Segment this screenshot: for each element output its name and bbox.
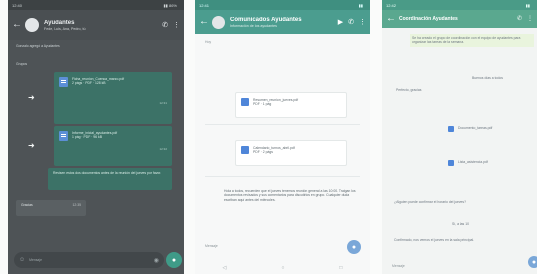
send-icon[interactable]: ● bbox=[528, 256, 537, 268]
mic-icon[interactable]: ● bbox=[166, 252, 182, 268]
file-message[interactable]: Resumen_reunion_jueves.pdf PDF · 1 pág bbox=[235, 92, 347, 118]
document-icon bbox=[448, 160, 454, 166]
back-arrow-icon[interactable]: ← bbox=[12, 20, 22, 30]
avatar[interactable] bbox=[212, 15, 225, 29]
divider bbox=[205, 176, 360, 177]
phone-icon[interactable]: ✆ bbox=[348, 19, 354, 26]
message-time: 12:31 bbox=[159, 101, 167, 105]
file-message[interactable]: Calendario_turnos_abril.pdf PDF · 2 págs bbox=[235, 140, 347, 166]
avatar[interactable] bbox=[25, 18, 39, 32]
message[interactable]: Se ha creado el grupo de coordinación co… bbox=[410, 34, 534, 47]
text-message[interactable]: Revisen estos dos documentos antes de la… bbox=[48, 168, 172, 190]
forward-arrow-icon[interactable]: ➜ bbox=[28, 94, 35, 102]
file-message[interactable]: Lista_asistencia.pdf bbox=[448, 160, 488, 166]
system-note: Gonzalo agregó a Ayudantes bbox=[16, 44, 60, 48]
chat-header: ← Ayudantes Fede, Luis, Ana, Pedro, tú ✆… bbox=[8, 10, 184, 40]
back-arrow-icon[interactable]: ← bbox=[386, 14, 396, 24]
status-time: 12:42 bbox=[386, 2, 397, 8]
navigation-bar: ◁ ○ □ bbox=[195, 262, 370, 274]
forward-arrow-icon[interactable]: ➜ bbox=[28, 142, 35, 150]
back-nav-icon[interactable]: ◁ bbox=[223, 265, 227, 271]
chat-title-block[interactable]: Coordinación Ayudantes bbox=[399, 16, 512, 22]
status-bar: 12:41 ▮▮ bbox=[195, 0, 370, 10]
phone-screen-comunicados: 12:41 ▮▮ ← Comunicados Ayudantes Informa… bbox=[195, 0, 370, 274]
file-message[interactable]: Informe_inicial_ayudantes.pdf 1 pág · PD… bbox=[54, 126, 172, 166]
reply-time: 12:35 bbox=[72, 203, 82, 207]
chat-title-block[interactable]: Ayudantes Fede, Luis, Ana, Pedro, tú bbox=[44, 20, 157, 31]
message-text: Sí, a las 10 bbox=[452, 222, 469, 226]
section-label: Grupos bbox=[16, 62, 28, 66]
chat-title: Comunicados Ayudantes bbox=[230, 16, 302, 23]
document-icon bbox=[241, 98, 249, 106]
phone-icon[interactable]: ✆ bbox=[517, 16, 522, 22]
message-text: Perfecto, gracias bbox=[396, 88, 422, 92]
pdf-file-icon bbox=[59, 131, 68, 141]
status-indicators: ▮▮ bbox=[358, 2, 363, 8]
phone-screen-ayudantes: 12:40 ▮▮ 86% ← Ayudantes Fede, Luis, Ana… bbox=[8, 0, 184, 274]
chat-title: Ayudantes bbox=[44, 19, 75, 26]
message[interactable]: Perfecto, gracias bbox=[396, 88, 421, 92]
phone-icon[interactable]: ✆ bbox=[162, 22, 168, 29]
document-icon bbox=[241, 146, 249, 154]
date-note: Hoy bbox=[205, 40, 212, 44]
message-text: Confirmado, nos vemos el jueves en la sa… bbox=[394, 238, 475, 242]
chat-subtitle: Fede, Luis, Ana, Pedro, tú bbox=[44, 26, 86, 31]
message-text: Se ha creado el grupo de coordinación co… bbox=[412, 36, 521, 45]
message-text: ¿Alguien puede confirmar el horario del … bbox=[394, 200, 466, 204]
file-meta: 2 págs · PDF · 128 kB bbox=[72, 81, 106, 86]
phone-screen-coordinacion: 12:42 ▮▮ ← Coordinación Ayudantes ✆ ⋮ Se… bbox=[382, 0, 537, 274]
status-time: 12:40 bbox=[12, 2, 23, 8]
message-text: Documento_tareas.pdf bbox=[458, 126, 493, 130]
chat-header: ← Coordinación Ayudantes ✆ ⋮ bbox=[382, 10, 537, 28]
file-message[interactable]: Documento_tareas.pdf bbox=[448, 126, 492, 132]
emoji-icon[interactable]: ☺ bbox=[19, 257, 25, 263]
status-indicators: ▮▮ 86% bbox=[163, 2, 177, 8]
chat-header: ← Comunicados Ayudantes Información de l… bbox=[195, 10, 370, 34]
input-placeholder[interactable]: Mensaje bbox=[392, 264, 405, 268]
more-icon[interactable]: ⋮ bbox=[359, 19, 366, 26]
pdf-file-icon bbox=[59, 77, 68, 87]
more-icon[interactable]: ⋮ bbox=[173, 22, 180, 29]
message-text: Buenos días a todos bbox=[472, 76, 503, 80]
text-message[interactable]: Hola a todos, recuerden que el jueves te… bbox=[221, 186, 359, 230]
camera-icon[interactable]: ◉ bbox=[154, 257, 159, 264]
chat-title: Coordinación Ayudantes bbox=[399, 16, 458, 22]
status-time: 12:41 bbox=[199, 2, 210, 8]
message-text: Revisen estos dos documentos antes de la… bbox=[53, 171, 162, 175]
more-icon[interactable]: ⋮ bbox=[527, 16, 533, 22]
status-bar: 12:42 ▮▮ bbox=[382, 0, 537, 10]
message-time: 12:32 bbox=[159, 147, 167, 151]
message-input[interactable]: ☺ Mensaje ◉ bbox=[14, 252, 164, 268]
input-placeholder: Mensaje bbox=[29, 257, 42, 262]
divider bbox=[205, 124, 360, 125]
document-icon bbox=[448, 126, 454, 132]
message[interactable]: Sí, a las 10 bbox=[452, 222, 469, 226]
message-text: Lista_asistencia.pdf bbox=[458, 160, 488, 164]
message[interactable]: Buenos días a todos bbox=[472, 76, 503, 80]
status-indicators: ▮▮ bbox=[525, 2, 530, 8]
message-text: Hola a todos, recuerden que el jueves te… bbox=[224, 189, 356, 202]
home-nav-icon[interactable]: ○ bbox=[281, 265, 284, 271]
file-message[interactable]: Ficha_reunion_Cuenca_marzo.pdf 2 págs · … bbox=[54, 72, 172, 124]
chat-title-block[interactable]: Comunicados Ayudantes Información de los… bbox=[230, 17, 333, 28]
recents-nav-icon[interactable]: □ bbox=[339, 265, 342, 271]
message[interactable]: Confirmado, nos vemos el jueves en la sa… bbox=[394, 238, 524, 242]
status-bar: 12:40 ▮▮ 86% bbox=[8, 0, 184, 10]
file-meta: PDF · 1 pág bbox=[253, 102, 272, 107]
input-placeholder[interactable]: Mensaje bbox=[205, 244, 218, 248]
file-meta: 1 pág · PDF · 96 kB bbox=[72, 135, 102, 140]
send-icon[interactable]: ● bbox=[347, 240, 361, 254]
reply-message[interactable]: Gracias 12:35 bbox=[16, 200, 86, 216]
chat-subtitle: Información de los ayudantes bbox=[230, 23, 277, 28]
message[interactable]: ¿Alguien puede confirmar el horario del … bbox=[394, 200, 514, 204]
video-icon[interactable]: ▶ bbox=[338, 19, 343, 26]
file-meta: PDF · 2 págs bbox=[253, 150, 273, 155]
reply-text: Gracias bbox=[21, 203, 33, 207]
back-arrow-icon[interactable]: ← bbox=[199, 17, 209, 27]
